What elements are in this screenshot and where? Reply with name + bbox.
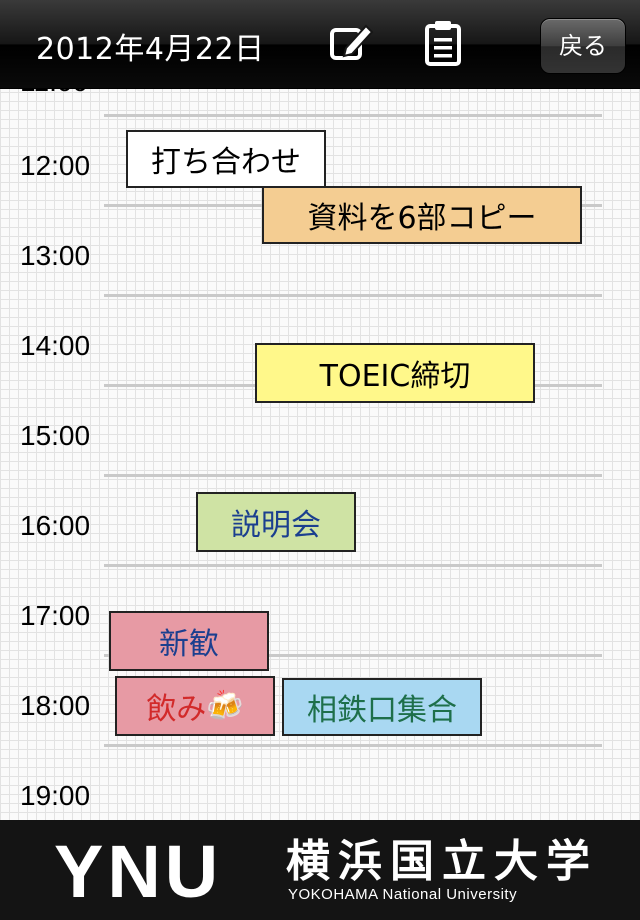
hour-line	[104, 474, 602, 477]
hour-line	[104, 564, 602, 567]
university-name-japanese: 横浜国立大学	[286, 836, 598, 887]
event-toeic[interactable]: TOEIC締切	[255, 343, 535, 403]
event-title: 打ち合わせ	[151, 145, 301, 180]
navigation-bar: 2012年4月22日 戻る	[0, 0, 640, 89]
event-title: 新歓	[159, 627, 219, 662]
ynu-logo: YNU	[54, 830, 223, 913]
hour-line	[104, 294, 602, 297]
date-title: 2012年4月22日	[36, 32, 265, 67]
event-title: 飲み	[146, 692, 207, 727]
event-copy[interactable]: 資料を6部コピー	[262, 186, 582, 244]
university-name-english: YOKOHAMA National University	[288, 886, 518, 903]
back-button[interactable]: 戻る	[540, 18, 626, 74]
event-welcome[interactable]: 新歓	[109, 611, 269, 671]
hour-label-13: 13:00	[20, 240, 91, 271]
event-meetup[interactable]: 相鉄口集合	[282, 678, 482, 736]
event-title: 資料を6部コピー	[307, 201, 537, 236]
hour-line	[104, 744, 602, 747]
hour-label-12: 12:00	[20, 150, 91, 181]
event-briefing[interactable]: 説明会	[196, 492, 356, 552]
hour-label-11: 11:00	[20, 88, 88, 98]
beer-mugs-icon: 🍻	[206, 688, 244, 724]
hour-label-17: 17:00	[20, 600, 91, 631]
day-schedule[interactable]: 11:00 12:00 13:00 14:00 15:00 16:00 17:0…	[0, 88, 640, 820]
event-title: 説明会	[231, 508, 321, 543]
hour-line	[104, 114, 602, 117]
pencil-edit-icon[interactable]	[326, 18, 376, 68]
hour-label-18: 18:00	[20, 690, 91, 721]
event-meeting[interactable]: 打ち合わせ	[126, 130, 326, 188]
university-footer: YNU 横浜国立大学 YOKOHAMA National University	[0, 820, 640, 920]
hour-label-15: 15:00	[20, 420, 91, 451]
event-drinks[interactable]: 飲み 🍻	[115, 676, 275, 736]
hour-label-19: 19:00	[20, 780, 91, 811]
hour-label-14: 14:00	[20, 330, 91, 361]
event-title: 相鉄口集合	[307, 693, 457, 728]
hour-label-16: 16:00	[20, 510, 91, 541]
clipboard-icon[interactable]	[418, 18, 468, 68]
event-title: TOEIC締切	[319, 359, 471, 394]
